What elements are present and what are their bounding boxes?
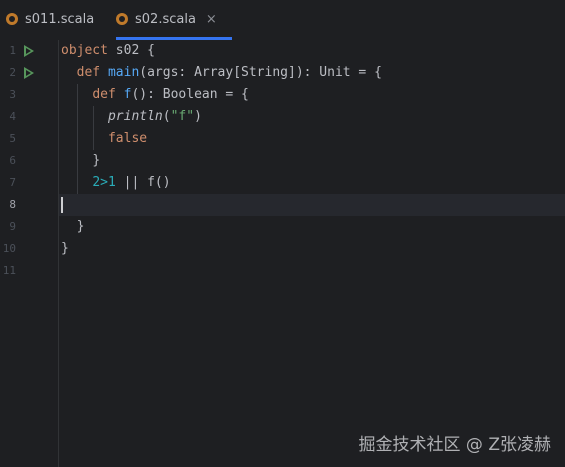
run-icon[interactable]	[24, 67, 34, 79]
code-line[interactable]: def f(): Boolean = {	[59, 84, 565, 106]
number-literal: 2	[92, 175, 101, 190]
keyword: def	[76, 65, 101, 80]
keyword: def	[92, 87, 116, 102]
code-line[interactable]: }	[59, 216, 565, 238]
gutter-line: 5	[0, 128, 58, 150]
gutter-line-current: 8	[0, 194, 58, 216]
scala-object-icon	[6, 13, 18, 25]
code-text: (args: Array[String]): Unit = {	[139, 65, 382, 80]
code-text: }	[76, 219, 85, 234]
code-line[interactable]	[59, 260, 565, 282]
gutter-line: 3	[0, 84, 58, 106]
code-text: s02 {	[107, 43, 155, 58]
line-number: 7	[9, 176, 16, 189]
gutter-line: 1	[0, 40, 58, 62]
tab-s011-scala[interactable]: s011.scala	[6, 0, 106, 38]
line-number: 2	[9, 66, 16, 79]
code-line[interactable]: false	[59, 128, 565, 150]
code-text: || f()	[115, 175, 171, 190]
gutter-line: 10	[0, 238, 58, 260]
watermark: 掘金技术社区 @ Z张凌赫	[358, 435, 551, 455]
code-line-current[interactable]	[59, 194, 565, 216]
code-editor[interactable]: object s02 { def main(args: Array[String…	[59, 40, 565, 467]
line-number: 11	[2, 264, 16, 277]
string-literal: "f"	[170, 109, 195, 124]
tab-s02-scala[interactable]: s02.scala ×	[116, 0, 232, 40]
keyword: object	[61, 43, 108, 58]
gutter-line: 2	[0, 62, 58, 84]
code-text: }	[61, 241, 69, 256]
gutter-line: 9	[0, 216, 58, 238]
ide-window: s011.scala s02.scala × 1 2 3 4 5 6 7 8 9…	[0, 0, 565, 467]
line-number: 6	[9, 154, 16, 167]
function-name: main	[107, 65, 140, 80]
tab-label: s02.scala	[135, 11, 196, 27]
gutter-line: 4	[0, 106, 58, 128]
code-text: }	[92, 153, 101, 168]
number-literal: 1	[107, 175, 116, 190]
line-number: 5	[9, 132, 16, 145]
operator: >	[100, 175, 108, 190]
gutter-line: 11	[0, 260, 58, 282]
code-line[interactable]: }	[59, 150, 565, 172]
tab-label: s011.scala	[25, 11, 95, 27]
code-line[interactable]: def main(args: Array[String]): Unit = {	[59, 62, 565, 84]
code-line[interactable]: object s02 {	[59, 40, 565, 62]
code-line[interactable]: 2>1 || f()	[59, 172, 565, 194]
function-call: println	[107, 109, 163, 124]
line-number: 1	[9, 44, 16, 57]
line-number: 9	[9, 220, 16, 233]
editor-tab-bar: s011.scala s02.scala ×	[0, 0, 565, 41]
gutter-line: 6	[0, 150, 58, 172]
editor-gutter[interactable]: 1 2 3 4 5 6 7 8 9 10 11	[0, 40, 59, 467]
keyword: false	[107, 131, 148, 146]
line-number: 8	[9, 198, 16, 211]
text-caret	[61, 197, 63, 213]
gutter-line: 7	[0, 172, 58, 194]
run-icon[interactable]	[24, 45, 34, 57]
code-line[interactable]: println("f")	[59, 106, 565, 128]
line-number: 10	[2, 242, 16, 255]
code-line[interactable]: }	[59, 238, 565, 260]
line-number: 4	[9, 110, 16, 123]
scala-object-icon	[116, 13, 128, 25]
paren: (	[162, 109, 171, 124]
close-tab-icon[interactable]: ×	[206, 12, 217, 27]
code-text: (): Boolean = {	[131, 87, 249, 102]
line-number: 3	[9, 88, 16, 101]
paren: )	[194, 109, 202, 124]
